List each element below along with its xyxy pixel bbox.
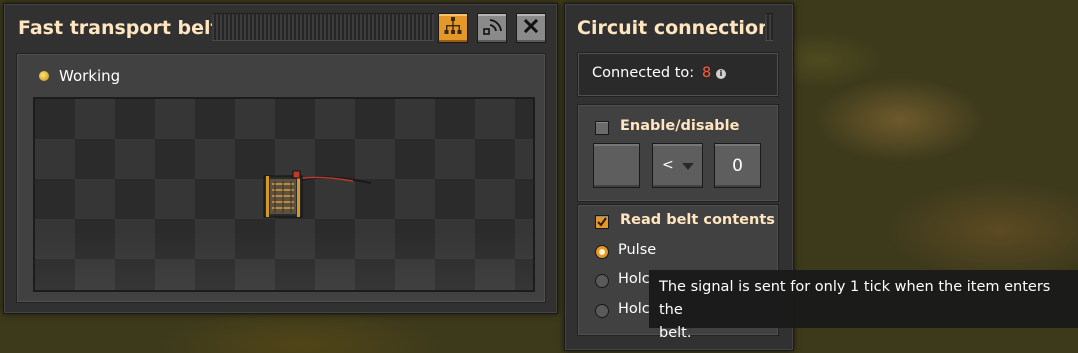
- constant-input[interactable]: 0: [714, 143, 761, 188]
- enable-disable-panel: Enable/disable < 0: [577, 104, 779, 202]
- tooltip: The signal is sent for only 1 tick when …: [649, 270, 1078, 341]
- radio-pulse-label: Pulse: [618, 242, 657, 258]
- circuit-drag-handle[interactable]: [765, 13, 773, 41]
- network-tree-icon: [443, 16, 463, 40]
- transport-belt-icon: [263, 170, 372, 218]
- connected-label: Connected to:: [592, 65, 695, 81]
- signal-slot[interactable]: [593, 143, 640, 188]
- enable-disable-label: Enable/disable: [620, 118, 740, 134]
- comparator-dropdown[interactable]: <: [652, 143, 703, 188]
- circuit-wire-icon: [482, 16, 502, 40]
- close-button[interactable]: [516, 13, 546, 43]
- connected-panel: Connected to: 8 i: [577, 52, 779, 97]
- close-icon: [523, 18, 539, 38]
- info-icon[interactable]: i: [716, 69, 726, 79]
- radio-hold-all-label: Holc: [618, 301, 650, 317]
- status-label: Working: [59, 67, 121, 85]
- comparator-value: <: [662, 157, 674, 173]
- enable-disable-checkbox[interactable]: [595, 121, 609, 135]
- network-button[interactable]: [438, 13, 468, 43]
- tooltip-line-2: belt.: [659, 325, 692, 341]
- entity-preview[interactable]: [33, 97, 535, 292]
- radio-hold-all[interactable]: [595, 304, 609, 318]
- window-title: Fast transport belt: [18, 17, 220, 39]
- wire-button[interactable]: [477, 13, 507, 43]
- status-indicator-icon: [39, 71, 49, 81]
- read-contents-checkbox[interactable]: [595, 215, 609, 229]
- chevron-down-icon: [682, 163, 694, 170]
- circuit-window-title: Circuit connection: [577, 17, 772, 39]
- read-contents-label: Read belt contents: [620, 212, 775, 228]
- check-icon: [597, 217, 607, 227]
- radio-hold[interactable]: [595, 274, 609, 288]
- drag-handle[interactable]: [212, 13, 434, 41]
- connected-count: 8: [702, 65, 712, 81]
- radio-pulse[interactable]: [595, 245, 609, 259]
- tooltip-line-1: The signal is sent for only 1 tick when …: [659, 279, 1051, 318]
- radio-hold-label: Holc: [618, 271, 650, 287]
- entity-window: Fast transport belt Working: [3, 3, 558, 314]
- constant-value: 0: [732, 156, 743, 176]
